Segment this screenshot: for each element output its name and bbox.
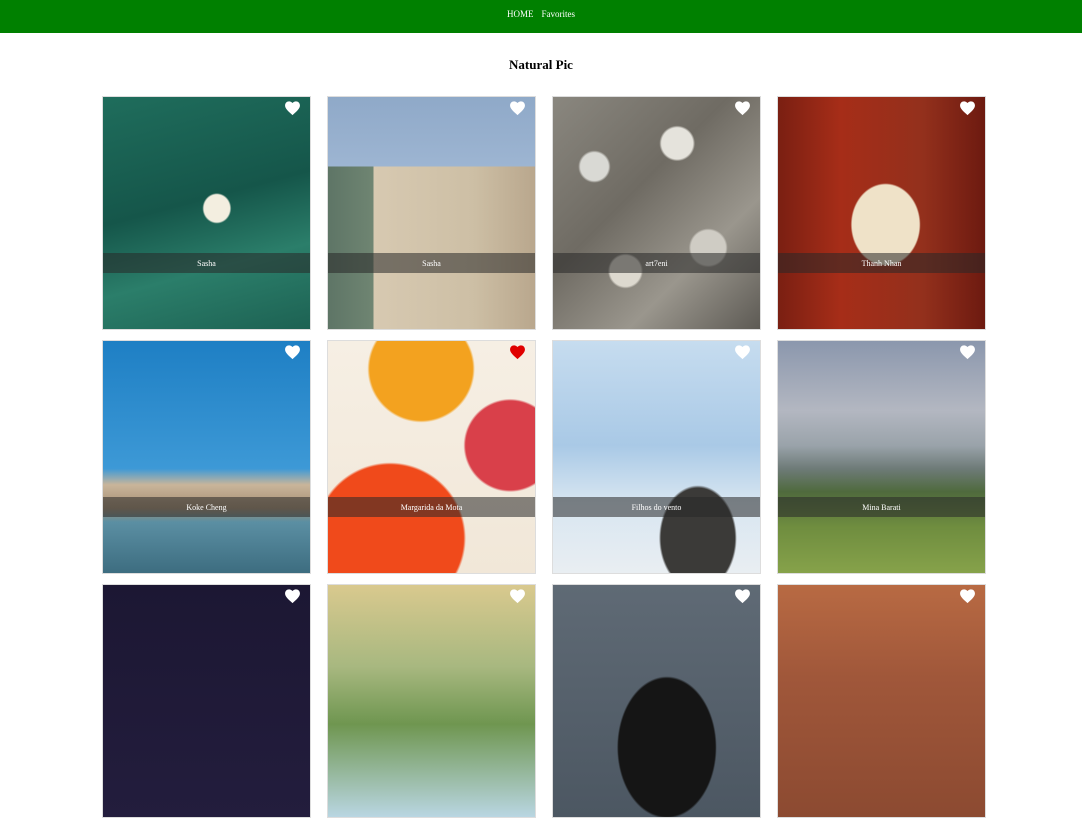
page-title: Natural Pic [509,57,573,72]
photo-card[interactable]: Margarida da Mota [327,340,536,574]
photo-card[interactable]: Mina Barati [777,340,986,574]
photo-flowers-camera [328,341,535,573]
caption-band: Mina Barati [778,497,985,517]
photo-portrait [553,585,760,817]
heart-icon[interactable] [284,344,301,360]
caption-band: Koke Cheng [103,497,310,517]
nav-home-link[interactable]: HOME [507,9,534,19]
caption-band: Thanh Nhan [778,253,985,273]
caption-band: Margarida da Mota [328,497,535,517]
photo-author: Sasha [197,258,216,268]
photo-author: Sasha [422,258,441,268]
heart-icon[interactable] [284,100,301,116]
photo-mountain-meadow [778,341,985,573]
photo-card[interactable]: Thanh Nhan [777,96,986,330]
heart-icon[interactable] [509,588,526,604]
caption-band: Filhos do vento [553,497,760,517]
heart-icon[interactable] [734,588,751,604]
photo-author: Filhos do vento [631,502,682,512]
photo-card[interactable] [777,584,986,818]
photo-card[interactable] [327,584,536,818]
photo-card[interactable]: Sasha [102,96,311,330]
caption-band: Sasha [103,253,310,273]
photo-card[interactable]: art7eni [552,96,761,330]
photo-author: Thanh Nhan [861,258,902,268]
photo-building-facade [328,97,535,329]
photo-author: Koke Cheng [186,502,227,512]
caption-band: Sasha [328,253,535,273]
heart-icon[interactable] [509,100,526,116]
photo-night-sky [103,585,310,817]
photo-rooftops [778,585,985,817]
heart-icon[interactable] [284,588,301,604]
heart-icon[interactable] [734,344,751,360]
photo-author: Mina Barati [862,502,901,512]
heart-icon[interactable] [959,344,976,360]
photo-author: Margarida da Mota [400,502,463,512]
heart-icon[interactable] [959,100,976,116]
photo-card[interactable]: Filhos do vento [552,340,761,574]
photo-card[interactable] [102,584,311,818]
heart-icon[interactable] [959,588,976,604]
photo-woman-red-door [778,97,985,329]
photo-grid: Sasha Sasha art7eni Thanh Nhan Koke Chen… [102,96,986,818]
photo-pebbles [553,97,760,329]
photo-card[interactable] [552,584,761,818]
heart-icon[interactable] [509,344,526,360]
photo-blurred-greenery [328,585,535,817]
heart-icon[interactable] [734,100,751,116]
caption-band: art7eni [553,253,760,273]
top-navbar: HOME Favorites [0,0,1082,33]
photo-card[interactable]: Koke Cheng [102,340,311,574]
photo-card[interactable]: Sasha [327,96,536,330]
photo-venice-canal [103,341,310,573]
photo-kite-sky [553,341,760,573]
nav-favorites-link[interactable]: Favorites [542,9,576,19]
photo-author: art7eni [645,258,668,268]
photo-boat-on-water [103,97,310,329]
